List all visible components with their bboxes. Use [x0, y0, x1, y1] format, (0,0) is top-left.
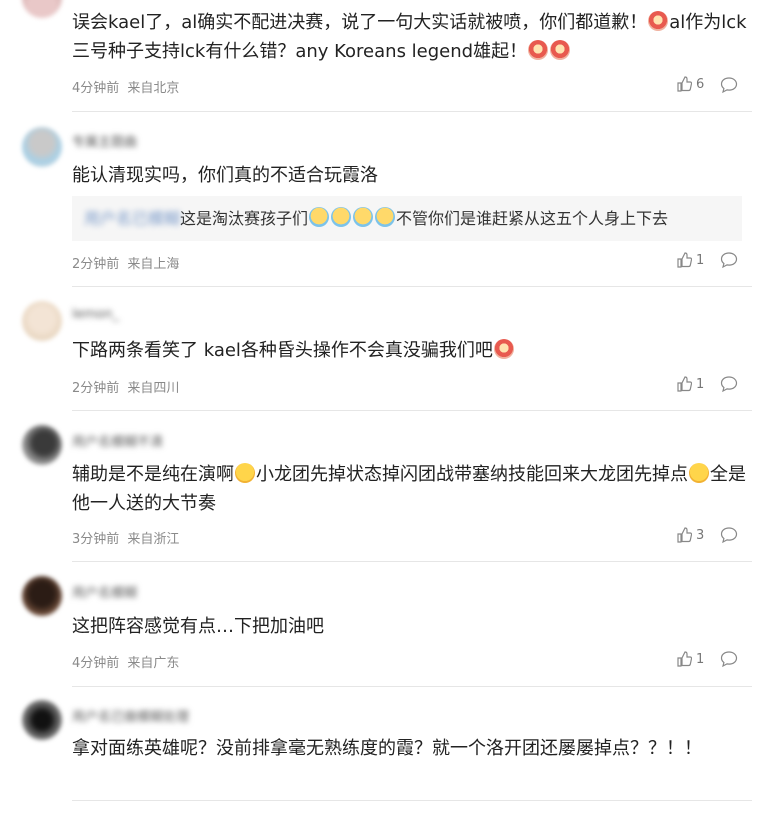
like-button[interactable]: 1	[676, 651, 704, 667]
avatar[interactable]	[22, 301, 62, 341]
reply-username[interactable]: 用户名已模糊	[84, 196, 180, 241]
comment-time: 2分钟前	[72, 257, 120, 272]
reply-icon[interactable]	[720, 526, 738, 544]
divider	[72, 561, 752, 562]
comment-location: 来自广东	[127, 656, 180, 671]
laugh-emoji-icon	[550, 40, 571, 60]
thumbs-up-icon	[677, 252, 692, 268]
comment-text: 拿对面练英雄呢？没前排拿毫无熟练度的霞？就一个洛开团还屡屡掉点？？！！	[72, 738, 702, 759]
comment-time: 3分钟前	[72, 532, 120, 547]
like-count: 1	[696, 376, 705, 392]
thumbs-up-icon	[677, 651, 692, 667]
like-button[interactable]: 1	[676, 376, 704, 392]
comment-meta: 2分钟前 来自上海	[72, 253, 183, 272]
comment-text: 辅助是不是纯在演啊 小龙团先掉状态掉闪团战带塞纳技能回来大龙团先掉点 全是他一人送的…	[72, 463, 746, 514]
reply-icon[interactable]	[720, 650, 738, 668]
comment-time: 2分钟前	[72, 381, 120, 396]
comment-location: 来自四川	[127, 381, 180, 396]
like-button[interactable]: 3	[676, 527, 704, 543]
avatar[interactable]	[22, 700, 62, 740]
laugh-emoji-icon	[493, 339, 514, 359]
reply-icon[interactable]	[720, 76, 738, 94]
thinking-emoji-icon	[235, 463, 255, 483]
comment-time: 4分钟前	[72, 81, 120, 96]
comment-username[interactable]: 专属主题曲	[72, 131, 137, 150]
nested-reply: 用户名已模糊这是淘汰赛孩子们 不管你们是谁赶紧从这五个人身上下去	[72, 196, 742, 241]
thumbs-up-icon	[677, 76, 692, 92]
comment-meta: 4分钟前 来自广东	[72, 652, 183, 671]
comment-meta: 4分钟前 来自北京	[72, 77, 183, 96]
comment-text: 下路两条看笑了 kael各种昏头操作不会真没骗我们吧	[72, 336, 752, 365]
reply-icon[interactable]	[720, 251, 738, 269]
like-count: 3	[696, 527, 705, 543]
comment-meta: 3分钟前 来自浙江	[72, 528, 183, 547]
comment-meta: 2分钟前 来自四川	[72, 377, 183, 396]
thumbs-up-icon	[677, 527, 692, 543]
like-button[interactable]: 1	[676, 252, 704, 268]
divider	[72, 410, 752, 411]
comment-text: 这把阵容感觉有点…下把加油吧	[72, 616, 324, 637]
avatar[interactable]	[22, 425, 62, 465]
comment-username[interactable]: 用户名已做模糊处理	[72, 706, 189, 725]
divider	[72, 800, 752, 801]
like-count: 6	[696, 76, 705, 92]
laugh-emoji-icon	[528, 40, 549, 60]
crying-emoji-icon	[309, 207, 330, 227]
comment-username[interactable]: 用户名模糊不清	[72, 431, 163, 450]
comment-username[interactable]: lemon_	[72, 307, 119, 323]
like-count: 1	[696, 252, 705, 268]
thumbs-up-icon	[677, 376, 692, 392]
comment-location: 来自浙江	[127, 532, 180, 547]
avatar[interactable]	[22, 576, 62, 616]
reply-icon[interactable]	[720, 375, 738, 393]
crying-emoji-icon	[353, 207, 374, 227]
crying-emoji-icon	[331, 207, 352, 227]
divider	[72, 686, 752, 687]
comment-location: 来自北京	[127, 81, 180, 96]
laugh-emoji-icon	[648, 11, 669, 31]
divider	[72, 111, 752, 112]
like-count: 1	[696, 651, 705, 667]
comment-username[interactable]: 用户名模糊	[72, 582, 137, 601]
avatar[interactable]	[22, 127, 62, 167]
comment-text: 误会kael了，al确实不配进决赛，说了一句大实话就被喷，你们都道歉！ al作为l…	[72, 11, 747, 62]
comment-location: 来自上海	[127, 257, 180, 272]
divider	[72, 286, 752, 287]
avatar[interactable]	[22, 0, 62, 18]
comment-text: 能认清现实吗，你们真的不适合玩霞洛	[72, 165, 378, 186]
like-button[interactable]: 6	[676, 76, 704, 92]
comment-time: 4分钟前	[72, 656, 120, 671]
crying-emoji-icon	[375, 207, 396, 227]
thinking-emoji-icon	[689, 463, 709, 483]
